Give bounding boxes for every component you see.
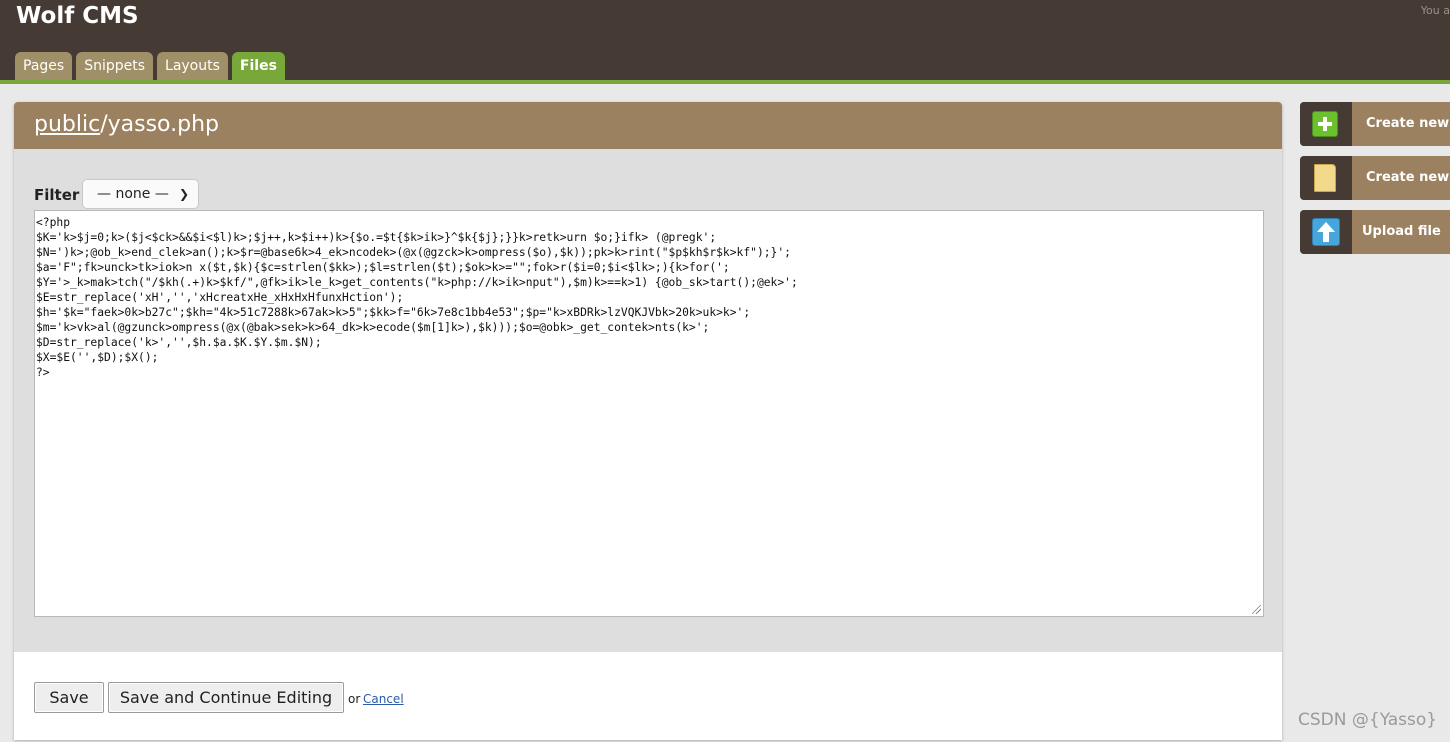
header: Wolf CMS You a Pages Snippets Layouts Fi… — [0, 0, 1450, 80]
cancel-link[interactable]: Cancel — [363, 692, 404, 706]
filter-selected-value: — none — — [97, 186, 169, 202]
or-text: or — [348, 692, 361, 706]
resize-handle-icon[interactable] — [1252, 605, 1261, 614]
main-tabs: Pages Snippets Layouts Files — [15, 52, 285, 80]
path-filename: /yasso.php — [100, 112, 219, 137]
tab-snippets[interactable]: Snippets — [76, 52, 154, 80]
file-path-title: public/yasso.php — [34, 112, 219, 137]
form-actions: Save Save and Continue Editing or Cancel — [14, 652, 1282, 740]
site-title[interactable]: Wolf CMS — [16, 3, 139, 29]
save-button[interactable]: Save — [34, 682, 104, 713]
create-new-file-button[interactable]: Create new — [1300, 102, 1450, 146]
filter-label: Filter — [34, 186, 80, 204]
icon-box — [1300, 156, 1352, 200]
upload-icon — [1312, 218, 1340, 246]
panel-header: public/yasso.php — [14, 102, 1282, 149]
save-continue-button[interactable]: Save and Continue Editing — [108, 682, 344, 713]
path-link-public[interactable]: public — [34, 112, 100, 137]
watermark: CSDN @{Yasso} — [1298, 710, 1438, 730]
tab-files[interactable]: Files — [231, 52, 285, 80]
tab-layouts[interactable]: Layouts — [157, 52, 228, 80]
create-new-folder-label: Create new — [1366, 170, 1450, 185]
tab-pages[interactable]: Pages — [15, 52, 73, 80]
filter-select[interactable]: — none — ❯ — [82, 179, 199, 209]
upload-file-label: Upload file — [1362, 224, 1441, 239]
code-editor-textarea[interactable]: <?php $K='k>$j=0;k>($j<$ck>&&$i<$l)k>;$j… — [34, 210, 1264, 617]
header-accent-bar — [0, 80, 1450, 84]
chevron-down-icon: ❯ — [178, 187, 189, 201]
upload-file-button[interactable]: Upload file — [1300, 210, 1450, 254]
create-new-file-label: Create new — [1366, 116, 1450, 131]
icon-box — [1300, 102, 1352, 146]
user-info: You a — [1420, 4, 1450, 17]
folder-icon — [1314, 164, 1336, 192]
file-editor-panel: public/yasso.php Filter — none — ❯ <?php… — [14, 102, 1282, 740]
plus-icon — [1312, 111, 1338, 137]
create-new-folder-button[interactable]: Create new — [1300, 156, 1450, 200]
icon-box — [1300, 210, 1352, 254]
